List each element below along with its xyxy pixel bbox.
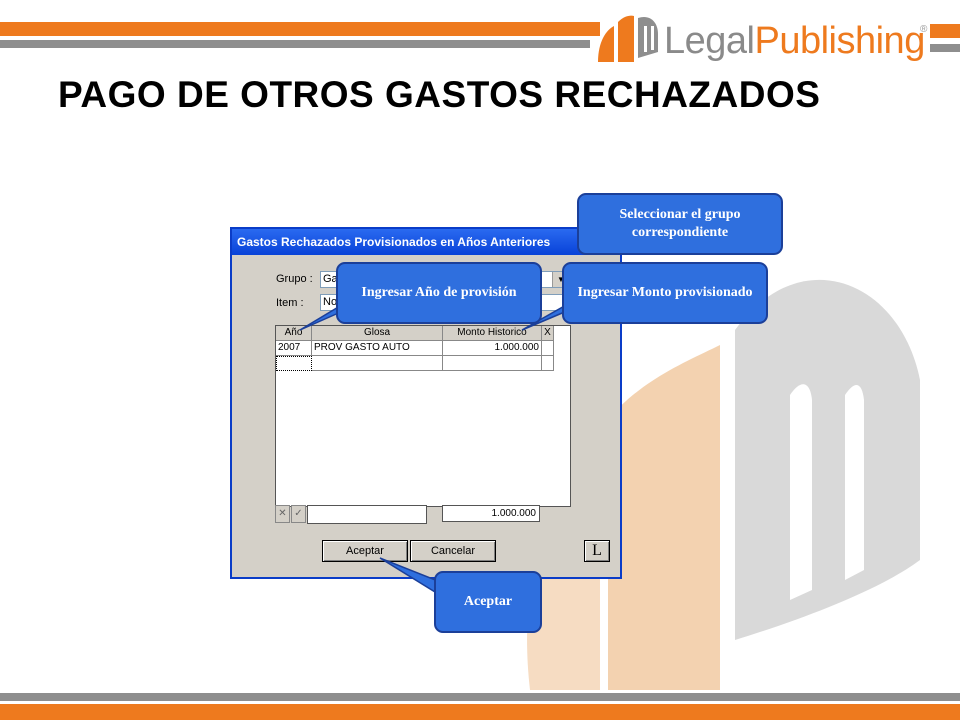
table-header-row: Año Glosa Monto Historico X [276, 326, 554, 341]
cell-x-new[interactable] [542, 356, 554, 371]
cell-glosa[interactable]: PROV GASTO AUTO [312, 341, 443, 356]
cancel-edit-icon[interactable]: ✕ [275, 505, 290, 523]
total-monto: 1.000.000 [442, 505, 540, 522]
brand-publishing: Publishing [754, 20, 925, 62]
cell-monto-new[interactable] [443, 356, 542, 371]
grupo-label: Grupo : [276, 273, 313, 285]
legalpublishing-logo-icon [598, 15, 658, 63]
table-row-empty[interactable] [276, 356, 554, 371]
aceptar-button[interactable]: Aceptar [322, 540, 408, 562]
column-header-monto[interactable]: Monto Historico [443, 326, 542, 341]
callout-aceptar: Aceptar [434, 571, 542, 633]
column-header-anio[interactable]: Año [276, 326, 312, 341]
provision-table: Año Glosa Monto Historico X 2007 PROV GA… [275, 325, 571, 507]
brand-wordmark: LegalPublishing [664, 20, 925, 63]
footer-orange-bar [0, 704, 960, 720]
callout-seleccionar-grupo: Seleccionar el grupo correspondiente [577, 193, 783, 255]
callout-ingresar-monto: Ingresar Monto provisionado [562, 262, 768, 324]
cell-anio[interactable]: 2007 [276, 341, 312, 356]
brand-legal: Legal [664, 20, 755, 62]
l-button[interactable]: L [584, 540, 610, 562]
cell-glosa-new[interactable] [312, 356, 443, 371]
cell-x[interactable] [542, 341, 554, 356]
dialog-titlebar[interactable]: Gastos Rechazados Provisionados en Años … [232, 229, 620, 255]
cell-monto[interactable]: 1.000.000 [443, 341, 542, 356]
cancelar-button[interactable]: Cancelar [410, 540, 496, 562]
header-tail-orange [930, 24, 960, 38]
page-title: PAGO DE OTROS GASTOS RECHAZADOS [58, 74, 821, 115]
confirm-edit-icon[interactable]: ✓ [291, 505, 306, 523]
item-label: Item : [276, 297, 304, 309]
table-row[interactable]: 2007 PROV GASTO AUTO 1.000.000 [276, 341, 554, 356]
callout-ingresar-anio: Ingresar Año de provisión [336, 262, 542, 324]
header-orange-bar [0, 22, 600, 36]
registered-mark: ® [920, 24, 928, 35]
edit-input[interactable] [307, 505, 427, 524]
item-select-value: No [323, 296, 338, 308]
footer-gray-bar [0, 693, 960, 701]
cell-anio-new[interactable] [276, 356, 312, 371]
column-header-x[interactable]: X [542, 326, 554, 341]
column-header-glosa[interactable]: Glosa [312, 326, 443, 341]
header-gray-bar [0, 40, 590, 48]
header-tail-gray [930, 44, 960, 52]
